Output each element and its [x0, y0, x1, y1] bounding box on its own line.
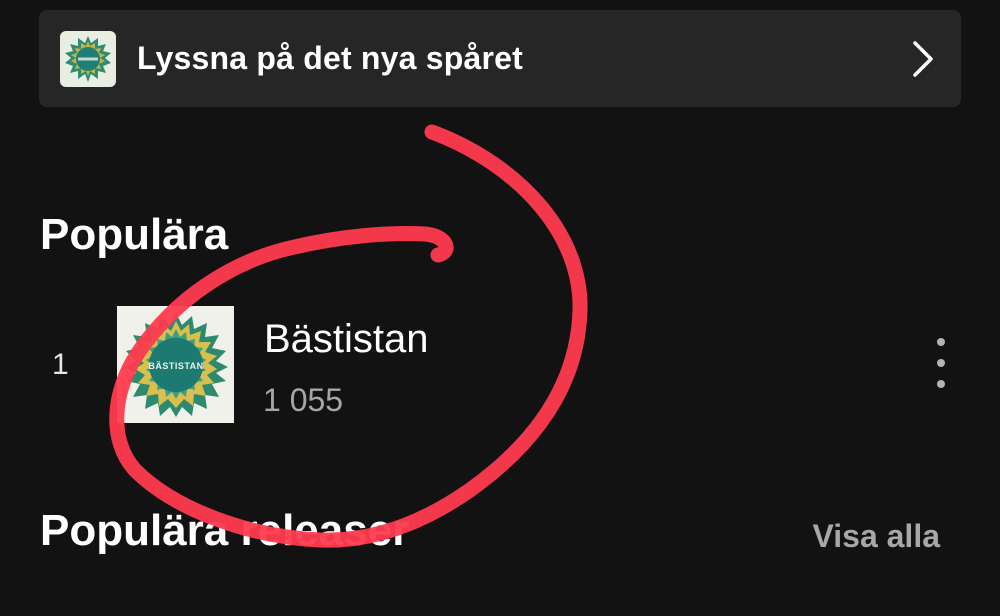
track-title: Bästistan: [264, 317, 429, 361]
track-row[interactable]: 1 BÄSTISTAN Bästistan 1 055: [0, 300, 1000, 430]
more-dot: [937, 338, 945, 346]
track-cover-icon: BÄSTISTAN: [117, 306, 234, 423]
see-all-link[interactable]: Visa alla: [812, 518, 940, 555]
chevron-right-icon[interactable]: [909, 39, 937, 79]
track-play-count: 1 055: [263, 382, 344, 418]
cover-text: BÄSTISTAN: [148, 361, 203, 371]
track-rank: 1: [52, 348, 69, 381]
more-dot: [937, 359, 945, 367]
more-options-icon[interactable]: [924, 338, 958, 388]
more-dot: [937, 380, 945, 388]
banner-label: Lyssna på det nya spåret: [137, 40, 523, 76]
new-track-banner[interactable]: Lyssna på det nya spåret: [39, 10, 961, 107]
album-cover-icon: [60, 30, 116, 87]
popular-releases-title: Populära releaser: [40, 506, 410, 555]
popular-section-title: Populära: [40, 210, 229, 259]
